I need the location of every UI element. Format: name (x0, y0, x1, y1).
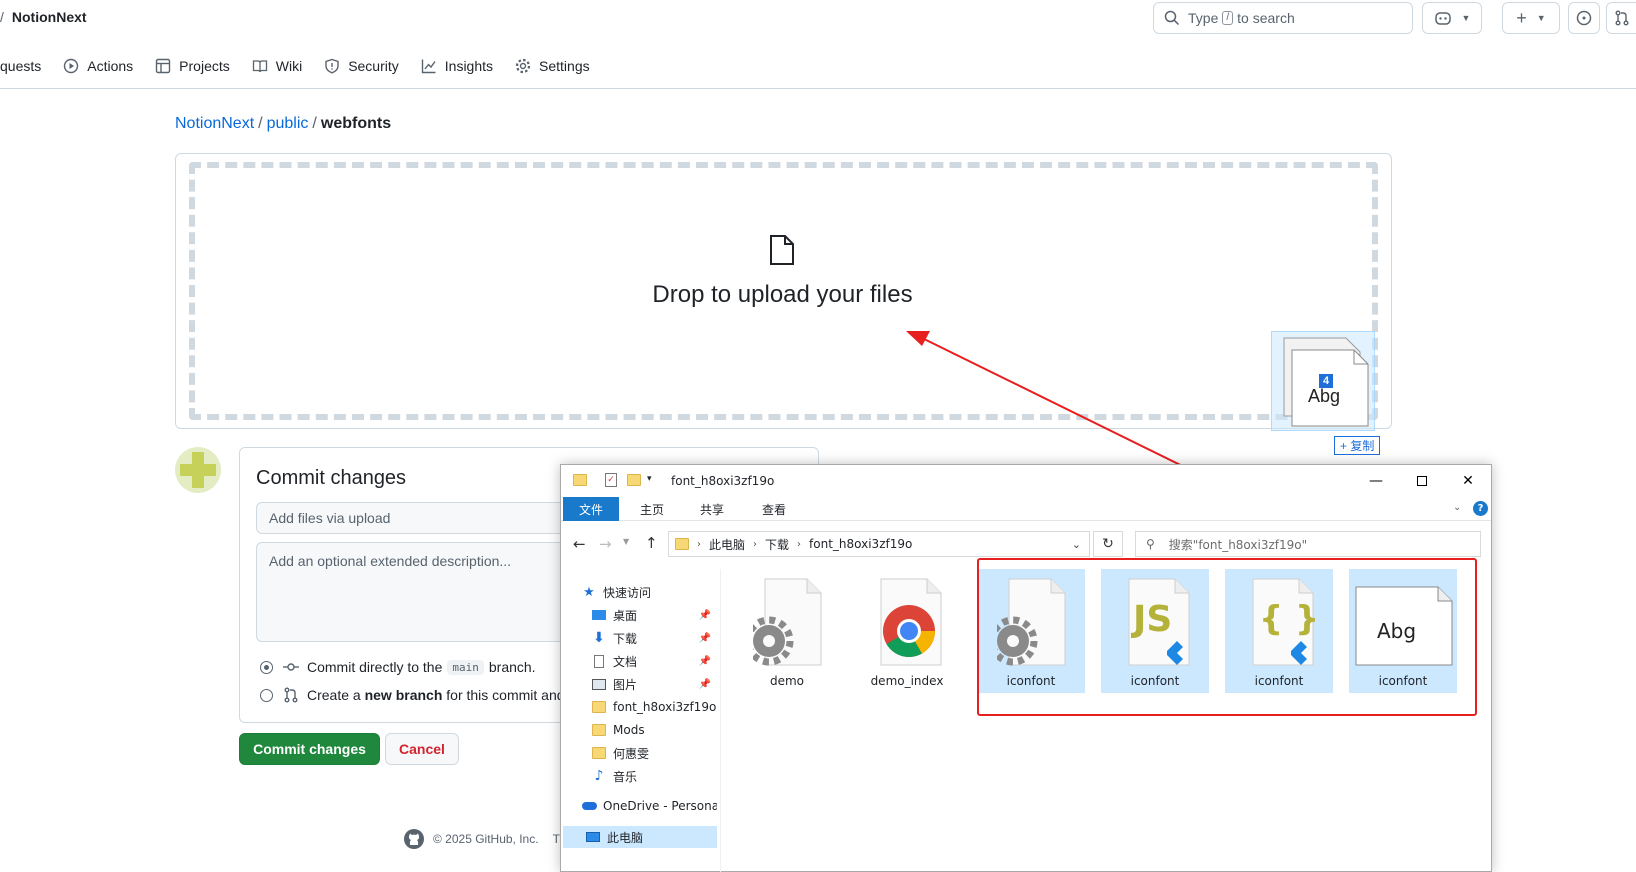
settings-file-icon (753, 578, 822, 666)
folder-icon (675, 538, 689, 550)
refresh-button[interactable]: ↻ (1093, 531, 1123, 557)
nav-pictures[interactable]: 图片 📌 (591, 673, 717, 695)
address-segment[interactable]: font_h8oxi3zf19o (809, 537, 912, 551)
up-icon[interactable]: ↑ (645, 534, 658, 552)
pin-icon: 📌 (698, 632, 711, 644)
arrow-head (906, 331, 930, 346)
address-dropdown-icon[interactable]: ⌄ (1072, 538, 1081, 551)
help-icon[interactable]: ? (1473, 501, 1488, 516)
nav-item-label: 音乐 (613, 769, 638, 784)
folder-icon (591, 722, 607, 738)
address-bar[interactable]: › 此电脑 › 下载 › font_h8oxi3zf19o ⌄ (668, 531, 1090, 557)
nav-item-label: Mods (613, 723, 645, 737)
music-icon: ♪ (594, 768, 604, 784)
nav-item-label: 文档 (613, 654, 638, 669)
nav-item-label: 下载 (613, 631, 638, 646)
folder-icon (573, 474, 587, 486)
file-name: demo (769, 674, 805, 688)
explorer-address-row: ← → ▼ ↑ › 此电脑 › 下载 › font_h8oxi3zf19o ⌄ … (561, 527, 1491, 561)
desktop-icon (591, 607, 607, 623)
explorer-nav-pane: ★ 快速访问 桌面 📌 ⬇ 下载 📌 文档 📌 图片 📌 font_h8oxi3zf19o … (561, 569, 721, 872)
nav-item-label: font_h8oxi3zf19o (613, 700, 717, 714)
address-separator: › (697, 538, 701, 550)
star-icon: ★ (583, 584, 595, 600)
ribbon-tab-home[interactable]: 主页 (627, 497, 677, 521)
quick-access-dropdown-icon[interactable]: ▾ (647, 474, 652, 484)
nav-downloads[interactable]: ⬇ 下载 📌 (591, 627, 717, 649)
maximize-button[interactable] (1399, 465, 1445, 497)
document-icon (591, 653, 607, 669)
nav-this-pc[interactable]: 此电脑 (563, 826, 717, 848)
nav-item-label: 何惠雯 (613, 746, 650, 761)
folder-icon (591, 745, 607, 761)
computer-icon (585, 829, 601, 845)
explorer-title: font_h8oxi3zf19o (671, 474, 775, 488)
nav-item-label: 快速访问 (603, 585, 652, 600)
folder-icon (591, 699, 607, 715)
explorer-search-input[interactable]: ⚲ 搜索"font_h8oxi3zf19o" (1135, 531, 1481, 557)
minimize-icon: — (1369, 473, 1383, 489)
picture-icon (591, 676, 607, 692)
address-separator: › (797, 538, 802, 550)
explorer-search-placeholder: 搜索"font_h8oxi3zf19o" (1168, 537, 1308, 552)
maximize-icon (1417, 476, 1427, 486)
selection-highlight-box (977, 558, 1477, 716)
explorer-ribbon: 文件 主页 共享 查看 ⌄ ? (561, 497, 1491, 521)
nav-documents[interactable]: 文档 📌 (591, 650, 717, 672)
address-separator: › (753, 538, 758, 550)
recent-dropdown-icon[interactable]: ▼ (623, 537, 629, 546)
back-icon[interactable]: ← (573, 535, 586, 553)
refresh-icon: ↻ (1102, 536, 1114, 552)
ribbon-tab-view[interactable]: 查看 (749, 497, 799, 521)
nav-music[interactable]: ♪ 音乐 (591, 765, 717, 787)
nav-item-label: 图片 (613, 677, 638, 692)
nav-folder-user[interactable]: 何惠雯 (591, 742, 717, 764)
nav-quick-access[interactable]: ★ 快速访问 (581, 581, 717, 603)
nav-desktop[interactable]: 桌面 📌 (591, 604, 717, 626)
nav-item-label: 此电脑 (607, 830, 644, 845)
search-icon: ⚲ (1146, 537, 1155, 551)
file-item[interactable]: demo_index (853, 569, 961, 693)
file-name: demo_index (870, 674, 944, 688)
ribbon-expand-icon[interactable]: ⌄ (1453, 502, 1461, 513)
close-button[interactable]: ✕ (1445, 465, 1491, 497)
close-icon: ✕ (1462, 473, 1474, 489)
file-item[interactable]: demo (733, 569, 841, 693)
pin-icon: 📌 (698, 609, 711, 621)
address-segment[interactable]: 下载 (765, 536, 789, 553)
pin-icon: 📌 (698, 678, 711, 690)
nav-item-label: 桌面 (613, 608, 638, 623)
ribbon-tab-file[interactable]: 文件 (563, 497, 619, 521)
nav-folder-mods[interactable]: Mods (591, 719, 717, 741)
nav-folder-font[interactable]: font_h8oxi3zf19o (591, 696, 717, 718)
nav-item-label: OneDrive - Persona (603, 799, 717, 813)
pin-icon: 📌 (698, 655, 711, 667)
forward-icon[interactable]: → (599, 535, 612, 553)
ribbon-tab-share[interactable]: 共享 (687, 497, 737, 521)
properties-icon[interactable]: ✓ (605, 473, 617, 487)
explorer-titlebar: ✓ ▾ font_h8oxi3zf19o — ✕ (561, 465, 1491, 497)
download-icon: ⬇ (593, 630, 605, 646)
address-segment[interactable]: 此电脑 (709, 536, 745, 553)
cloud-icon (581, 798, 597, 814)
new-folder-icon[interactable] (627, 474, 641, 486)
minimize-button[interactable]: — (1353, 465, 1399, 497)
chrome-icon (880, 578, 942, 666)
nav-onedrive[interactable]: OneDrive - Persona (581, 795, 717, 817)
